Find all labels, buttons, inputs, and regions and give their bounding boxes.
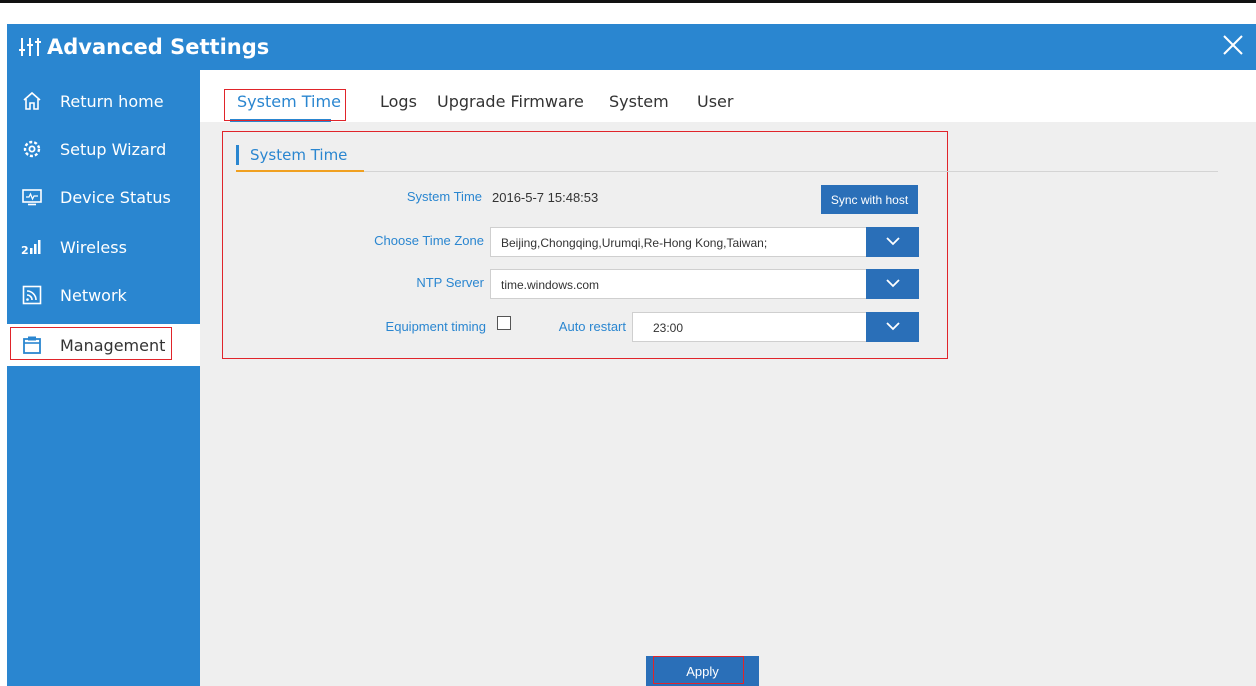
ntp-server-label: NTP Server (416, 275, 484, 290)
system-time-label: System Time (406, 189, 482, 204)
system-time-value: 2016-5-7 15:48:53 (492, 190, 599, 205)
gear-icon (21, 138, 43, 160)
equipment-timing-label: Equipment timing (385, 319, 486, 334)
signal-icon: 2 (21, 236, 43, 258)
tab-highlight-box (224, 89, 346, 121)
sidebar-item-return-home[interactable]: Return home (7, 80, 200, 122)
monitor-icon (21, 186, 43, 208)
chevron-down-icon (885, 277, 900, 291)
sidebar-item-device-status[interactable]: Device Status (7, 176, 200, 218)
ntp-server-dropdown-button[interactable] (866, 269, 919, 299)
tab-user[interactable]: User (697, 92, 733, 111)
tab-upgrade-firmware[interactable]: Upgrade Firmware (437, 92, 584, 111)
sidebar: Return home Setup Wizard Device Status 2 (7, 70, 200, 686)
svg-text:2: 2 (21, 244, 29, 255)
close-icon (1222, 34, 1244, 61)
sidebar-item-label: Network (60, 285, 127, 305)
home-icon (21, 90, 43, 112)
timezone-value: Beijing,Chongqing,Urumqi,Re-Hong Kong,Ta… (501, 236, 768, 250)
auto-restart-dropdown-button[interactable] (866, 312, 919, 342)
main-content: System Time Logs Upgrade Firmware System… (200, 70, 1256, 686)
auto-restart-value: 23:00 (653, 321, 684, 335)
ntp-server-value: time.windows.com (501, 278, 600, 292)
sidebar-item-network[interactable]: Network (7, 274, 200, 316)
tab-system[interactable]: System (609, 92, 669, 111)
close-button[interactable] (1218, 32, 1248, 62)
auto-restart-select[interactable]: 23:00 (632, 312, 919, 342)
settings-sliders-icon (19, 37, 41, 57)
chevron-down-icon (885, 235, 900, 249)
timezone-label: Choose Time Zone (374, 233, 484, 248)
timezone-dropdown-button[interactable] (866, 227, 919, 257)
sidebar-item-label: Setup Wizard (60, 139, 167, 159)
sidebar-item-label: Wireless (60, 237, 127, 257)
sidebar-item-management[interactable]: Management (7, 324, 200, 366)
tab-bar: System Time Logs Upgrade Firmware System… (200, 70, 1256, 122)
window-title-text: Advanced Settings (47, 35, 270, 59)
apply-button[interactable]: Apply (646, 656, 759, 686)
tab-logs[interactable]: Logs (380, 92, 417, 111)
sidebar-item-wireless[interactable]: 2 Wireless (7, 226, 200, 268)
equipment-timing-checkbox[interactable] (497, 316, 511, 330)
sidebar-item-label: Device Status (60, 187, 171, 207)
sidebar-item-setup-wizard[interactable]: Setup Wizard (7, 128, 200, 170)
section-divider (236, 171, 1218, 172)
window-header: Advanced Settings (7, 24, 1256, 70)
auto-restart-label: Auto restart (558, 319, 626, 334)
sidebar-item-label: Return home (60, 91, 164, 111)
sync-with-host-button[interactable]: Sync with host (821, 185, 918, 214)
section-divider-accent (236, 170, 364, 172)
section-title: System Time (236, 145, 347, 165)
network-icon (21, 284, 43, 306)
selection-highlight-box (10, 327, 172, 360)
ntp-server-select[interactable]: time.windows.com (490, 269, 919, 299)
top-border (0, 0, 1256, 3)
window-title: Advanced Settings (19, 34, 269, 60)
timezone-select[interactable]: Beijing,Chongqing,Urumqi,Re-Hong Kong,Ta… (490, 227, 919, 257)
chevron-down-icon (885, 320, 900, 334)
